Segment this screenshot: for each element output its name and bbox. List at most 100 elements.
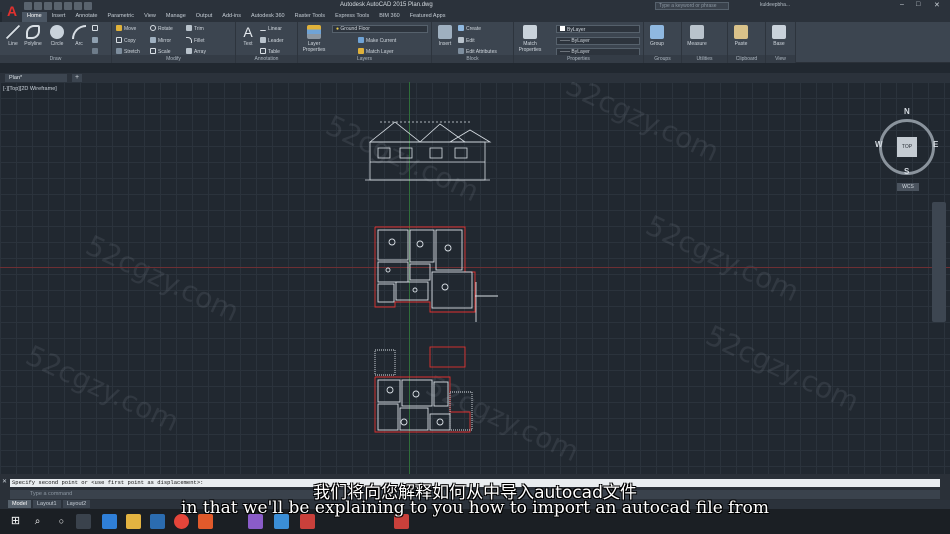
linear-dimension-icon <box>260 25 266 31</box>
group-icon <box>650 25 664 39</box>
draw-panel-title[interactable]: Draw <box>0 55 111 63</box>
groups-panel-title[interactable]: Groups <box>644 55 681 63</box>
tab-output[interactable]: Output <box>191 12 218 22</box>
tab-autodesk-360[interactable]: Autodesk 360 <box>246 12 290 22</box>
circle-tool[interactable]: Circle <box>46 24 68 54</box>
insert-label: Insert <box>438 41 452 47</box>
first-floor-plan <box>374 346 473 433</box>
open-icon[interactable] <box>34 2 42 10</box>
utilities-panel-title[interactable]: Utilities <box>682 55 727 63</box>
drawing-canvas[interactable]: [-][Top][2D Wireframe] 52cgzy.com 52cgzy… <box>0 82 950 474</box>
clipboard-panel-title[interactable]: Clipboard <box>728 55 765 63</box>
measure-icon <box>690 25 704 39</box>
new-icon[interactable] <box>24 2 32 10</box>
document-tab[interactable]: Plan* <box>5 74 67 82</box>
view-panel: Base View <box>766 22 796 63</box>
edit-tool[interactable]: Edit <box>458 37 475 45</box>
tab-manage[interactable]: Manage <box>161 12 191 22</box>
user-account[interactable]: kuldeepbha... <box>760 2 790 8</box>
save-as-icon[interactable] <box>54 2 62 10</box>
properties-panel-title[interactable]: Properties <box>514 55 643 63</box>
tab-parametric[interactable]: Parametric <box>102 12 139 22</box>
house-elevation <box>365 121 492 181</box>
window-title: Autodesk AutoCAD 2015 Plan.dwg <box>340 2 433 8</box>
polyline-tool[interactable]: Polyline <box>22 24 44 54</box>
layer-properties-tool[interactable]: Layer Properties <box>300 24 328 54</box>
text-tool[interactable]: A Text <box>237 24 259 54</box>
maximize-icon[interactable]: □ <box>916 1 920 8</box>
create-tool[interactable]: Create <box>458 25 481 33</box>
copy-tool[interactable]: Copy <box>116 37 136 45</box>
navigation-bar[interactable] <box>932 202 946 322</box>
wcs-menu[interactable]: WCS <box>897 183 919 191</box>
document-tabs: Plan* + <box>0 73 950 82</box>
rotate-tool[interactable]: Rotate <box>150 25 173 33</box>
make-current-tool[interactable]: Make Current <box>358 37 396 45</box>
compass-north[interactable]: N <box>904 107 910 116</box>
polyline-label: Polyline <box>24 41 42 47</box>
clipboard-panel: Paste Clipboard <box>728 22 766 63</box>
new-tab-button[interactable]: + <box>72 74 82 82</box>
mirror-icon <box>150 37 156 43</box>
subtitle-english: in that we'll be explaining to you how t… <box>181 498 769 518</box>
viewcube-top-face[interactable]: TOP <box>897 137 917 157</box>
viewcube[interactable]: N S W E TOP WCS <box>875 107 939 191</box>
fillet-icon <box>186 37 192 43</box>
tab-express-tools[interactable]: Express Tools <box>330 12 374 22</box>
application-menu-button[interactable]: A <box>2 0 22 23</box>
mirror-label: Mirror <box>158 38 172 44</box>
compass-east[interactable]: E <box>933 140 938 149</box>
close-icon[interactable]: ✕ <box>934 1 940 9</box>
search-input[interactable]: Type a keyword or phrase <box>655 2 729 10</box>
insert-tool[interactable]: Insert <box>434 24 456 54</box>
view-panel-title[interactable]: View <box>766 55 795 63</box>
base-tool[interactable]: Base <box>768 24 790 54</box>
paste-icon <box>734 25 748 39</box>
layers-panel-title[interactable]: Layers <box>298 55 431 63</box>
text-label: Text <box>243 41 253 47</box>
color-dropdown[interactable]: ByLayer <box>556 25 640 33</box>
layer-dropdown[interactable]: ● Ground Floor <box>332 25 428 33</box>
linear-label: Linear <box>268 26 282 32</box>
quick-access-toolbar <box>24 2 92 10</box>
group-tool[interactable]: Group <box>646 24 668 54</box>
trim-tool[interactable]: Trim <box>186 25 204 33</box>
annotation-panel-title[interactable]: Annotation <box>236 55 297 63</box>
line-tool[interactable]: Line <box>2 24 24 54</box>
cad-drawing[interactable] <box>0 82 950 474</box>
arc-tool[interactable]: Arc <box>68 24 90 54</box>
tab-insert[interactable]: Insert <box>47 12 71 22</box>
tab-bim-360[interactable]: BIM 360 <box>374 12 404 22</box>
tab-annotate[interactable]: Annotate <box>70 12 102 22</box>
arc-icon <box>72 25 86 39</box>
color-swatch-icon <box>560 26 565 31</box>
match-properties-label: Match Properties <box>518 41 542 53</box>
tab-view[interactable]: View <box>139 12 161 22</box>
minimize-icon[interactable]: – <box>900 1 904 8</box>
compass-south[interactable]: S <box>904 167 909 176</box>
tab-raster-tools[interactable]: Raster Tools <box>290 12 330 22</box>
save-icon[interactable] <box>44 2 52 10</box>
linetype-dropdown[interactable]: —— ByLayer <box>556 37 640 45</box>
make-current-icon <box>358 37 364 43</box>
paste-tool[interactable]: Paste <box>730 24 752 54</box>
leader-tool[interactable]: Leader <box>260 37 284 45</box>
tab-home[interactable]: Home <box>22 12 47 22</box>
compass-west[interactable]: W <box>875 140 883 149</box>
fillet-tool[interactable]: Fillet <box>186 37 205 45</box>
ribbon: Line Polyline Circle Arc Draw Move Rotat… <box>0 22 950 63</box>
block-panel-title[interactable]: Block <box>432 55 513 63</box>
redo-icon[interactable] <box>84 2 92 10</box>
tab-featured-apps[interactable]: Featured Apps <box>405 12 451 22</box>
linear-dimension-tool[interactable]: Linear <box>260 25 282 33</box>
tab-add-ins[interactable]: Add-ins <box>217 12 246 22</box>
measure-tool[interactable]: Measure <box>684 24 710 54</box>
rectangle-icon[interactable] <box>92 25 100 33</box>
match-properties-tool[interactable]: Match Properties <box>516 24 544 54</box>
undo-icon[interactable] <box>74 2 82 10</box>
modify-panel-title[interactable]: Modify <box>112 55 235 63</box>
move-tool[interactable]: Move <box>116 25 136 33</box>
mirror-tool[interactable]: Mirror <box>150 37 171 45</box>
plot-icon[interactable] <box>64 2 72 10</box>
hatch-icon[interactable] <box>92 37 100 45</box>
